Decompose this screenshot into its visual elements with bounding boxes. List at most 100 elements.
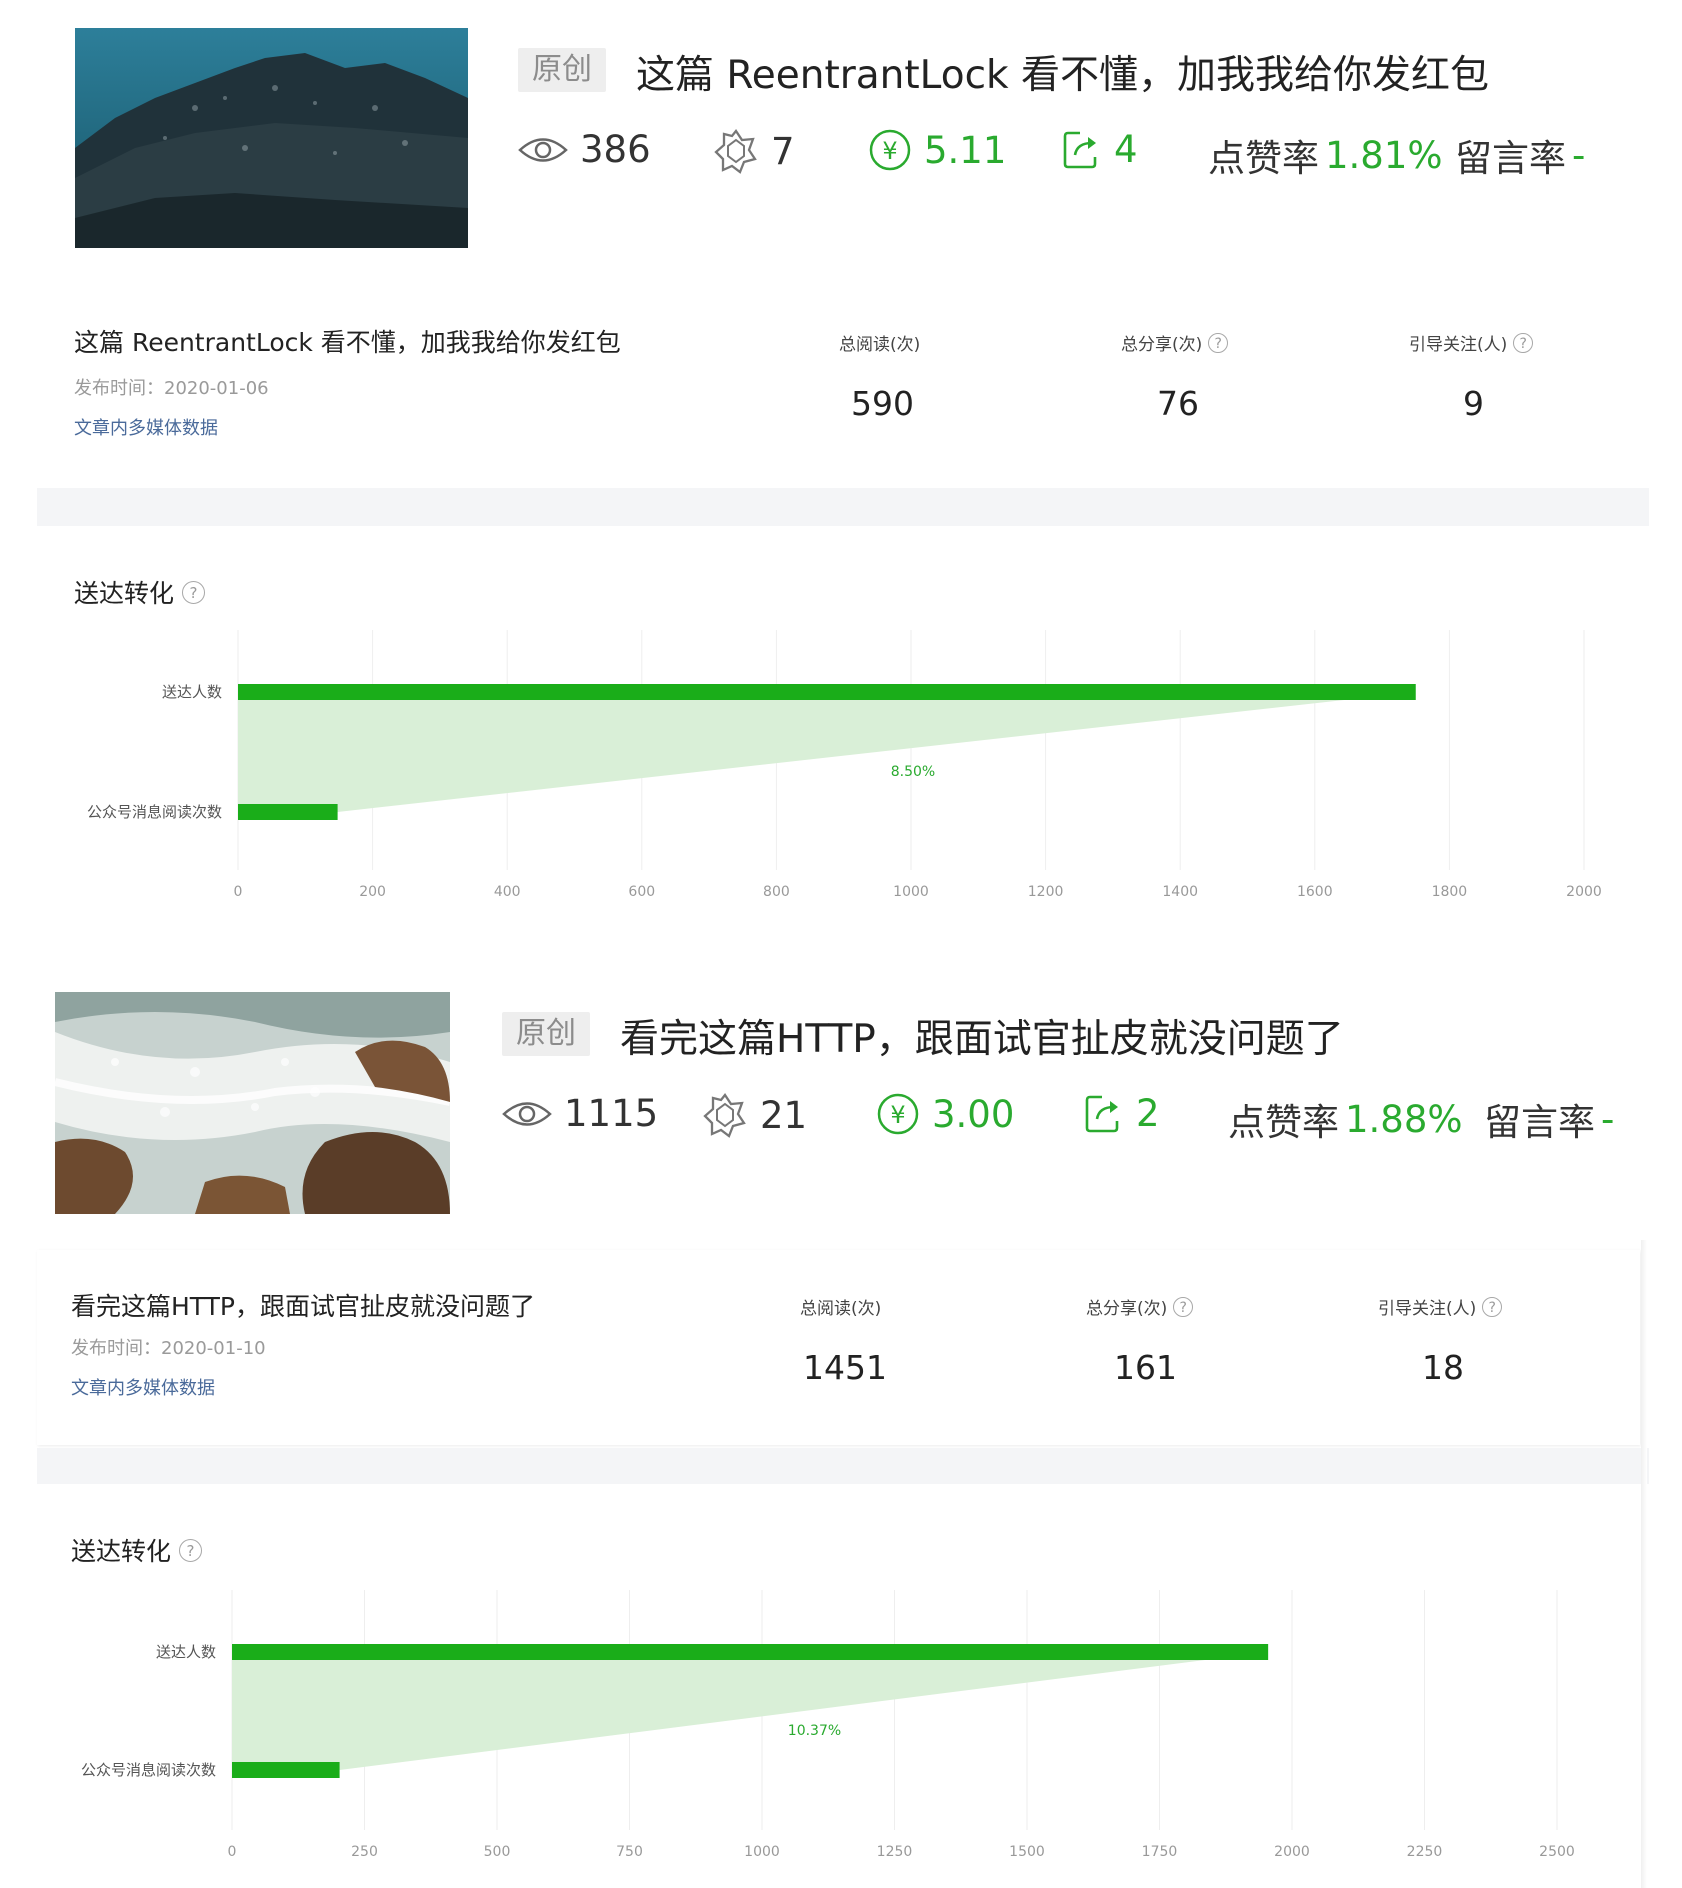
tick-label: 1600 [1297, 884, 1333, 900]
metric-label: 总阅读(次) [839, 335, 921, 355]
tick-label: 2000 [1566, 884, 1602, 900]
tick-label: 2000 [1274, 1844, 1310, 1860]
summary-title: 这篇 ReentrantLock 看不懂，加我我给你发红包 [74, 328, 621, 357]
svg-text:¥: ¥ [890, 1101, 905, 1129]
article-title[interactable]: 这篇 ReentrantLock 看不懂，加我我给你发红包 [636, 44, 1489, 100]
metric-follows-value: 9 [1463, 384, 1484, 423]
conversion-rate-label: 8.50% [891, 764, 935, 780]
funnel-chart-svg: 0 200 400 600 800 1000 1200 1400 1600 1800 2000 送达人… [87, 630, 1602, 900]
conversion-title-text: 送达转化 [74, 579, 175, 608]
funnel-area [232, 1652, 1269, 1770]
metric-total-shares-label: 总分享(次) ? [1086, 1294, 1194, 1319]
like-icon [714, 129, 757, 174]
help-icon[interactable]: ? [1513, 332, 1534, 353]
section-divider [37, 1448, 1649, 1484]
like-rate-value: 1.81% [1325, 133, 1443, 177]
media-data-link[interactable]: 文章内多媒体数据 [74, 414, 218, 440]
eye-icon [518, 137, 568, 162]
publish-time: 发布时间：2020-01-06 [74, 378, 269, 399]
section-divider [37, 488, 1649, 526]
likes-stat: 7 [713, 128, 795, 174]
tick-label: 250 [351, 1844, 378, 1860]
conversion-chart-2: 0 250 500 750 1000 1250 1500 1750 2000 2250 2500 送达… [0, 1590, 1682, 1880]
tick-label: 400 [494, 884, 521, 900]
cover-image-mountain[interactable] [75, 28, 468, 248]
like-rate-label: 点赞率 [1208, 137, 1319, 180]
tick-label: 750 [616, 1844, 643, 1860]
shares-stat: 2 [1084, 1092, 1160, 1135]
article-title[interactable]: 看完这篇HTTP，跟面试官扯皮就没问题了 [620, 1008, 1344, 1064]
metric-total-reads-label: 总阅读(次) [839, 330, 920, 355]
views-count: 1115 [564, 1092, 659, 1135]
bar-delivered [232, 1644, 1269, 1660]
like-rate-value: 1.88% [1345, 1097, 1463, 1141]
help-icon[interactable]: ? [179, 1538, 203, 1562]
bar-delivered [238, 684, 1416, 700]
category-label: 公众号消息阅读次数 [87, 803, 222, 821]
help-icon[interactable]: ? [182, 580, 206, 604]
tick-label: 1000 [893, 884, 929, 900]
metric-total-reads-value: 590 [851, 384, 914, 423]
original-tag: 原创 [502, 1012, 590, 1056]
category-label: 公众号消息阅读次数 [81, 1761, 216, 1779]
conversion-title: 送达转化 ? [71, 1532, 203, 1568]
comment-rate-label: 留言率 [1455, 137, 1566, 180]
likes-count: 7 [771, 129, 795, 173]
metric-total-shares-value: 161 [1114, 1348, 1177, 1387]
comment-rate-value: - [1572, 133, 1586, 177]
metric-total-shares-value: 76 [1157, 384, 1199, 423]
shares-count: 4 [1114, 128, 1138, 171]
tick-label: 0 [228, 1844, 237, 1860]
share-icon [1085, 1095, 1119, 1132]
bar-reads [232, 1762, 340, 1778]
tick-label: 800 [763, 884, 790, 900]
yuan-coin-icon: ¥ [877, 1093, 919, 1135]
reward-stat: ¥ 3.00 [876, 1092, 1014, 1136]
yuan-coin-icon: ¥ [869, 129, 911, 171]
bar-reads [238, 804, 338, 820]
comment-rate-stat: 留言率 - [1455, 128, 1585, 182]
shares-count: 2 [1136, 1092, 1160, 1135]
cover-image-waves[interactable] [55, 992, 450, 1214]
reward-stat: ¥ 5.11 [868, 128, 1006, 172]
category-label: 送达人数 [162, 683, 222, 701]
tick-label: 1000 [744, 1844, 780, 1860]
metric-label: 引导关注(人) [1409, 335, 1508, 355]
tick-label: 600 [628, 884, 655, 900]
tick-label: 2250 [1407, 1844, 1443, 1860]
help-icon[interactable]: ? [1482, 1296, 1503, 1317]
tick-label: 0 [234, 884, 243, 900]
conversion-chart-1: 0 200 400 600 800 1000 1200 1400 1600 1800 2000 送达人… [0, 630, 1682, 920]
metric-follows-value: 18 [1422, 1348, 1464, 1387]
comment-rate-label: 留言率 [1484, 1101, 1595, 1144]
summary-title: 看完这篇HTTP，跟面试官扯皮就没问题了 [71, 1292, 535, 1321]
reward-amount: 5.11 [924, 128, 1007, 172]
conversion-rate-label: 10.37% [788, 1723, 841, 1739]
metric-total-shares-label: 总分享(次) ? [1121, 330, 1229, 355]
tick-label: 1800 [1432, 884, 1468, 900]
metric-label: 总分享(次) [1086, 1299, 1168, 1319]
tick-label: 500 [484, 1844, 511, 1860]
help-icon[interactable]: ? [1173, 1296, 1194, 1317]
shares-stat: 4 [1062, 128, 1138, 171]
share-icon [1063, 131, 1097, 168]
conversion-title: 送达转化 ? [74, 574, 206, 610]
category-label: 送达人数 [156, 1643, 216, 1661]
help-icon[interactable]: ? [1208, 332, 1229, 353]
metric-total-reads-value: 1451 [803, 1348, 887, 1387]
original-tag: 原创 [518, 48, 606, 92]
like-rate-stat: 点赞率 1.88% [1228, 1092, 1463, 1146]
tick-label: 200 [359, 884, 386, 900]
metric-label: 总阅读(次) [800, 1299, 882, 1319]
metric-total-reads-label: 总阅读(次) [800, 1294, 881, 1319]
metric-follows-label: 引导关注(人) ? [1378, 1294, 1503, 1319]
metric-label: 引导关注(人) [1378, 1299, 1477, 1319]
funnel-area [238, 692, 1416, 812]
conversion-title-text: 送达转化 [71, 1537, 172, 1566]
like-rate-stat: 点赞率 1.81% [1208, 128, 1443, 182]
likes-stat: 21 [702, 1092, 807, 1138]
tick-label: 2500 [1539, 1844, 1575, 1860]
views-count: 386 [580, 128, 651, 171]
comment-rate-value: - [1601, 1097, 1615, 1141]
media-data-link[interactable]: 文章内多媒体数据 [71, 1374, 215, 1400]
